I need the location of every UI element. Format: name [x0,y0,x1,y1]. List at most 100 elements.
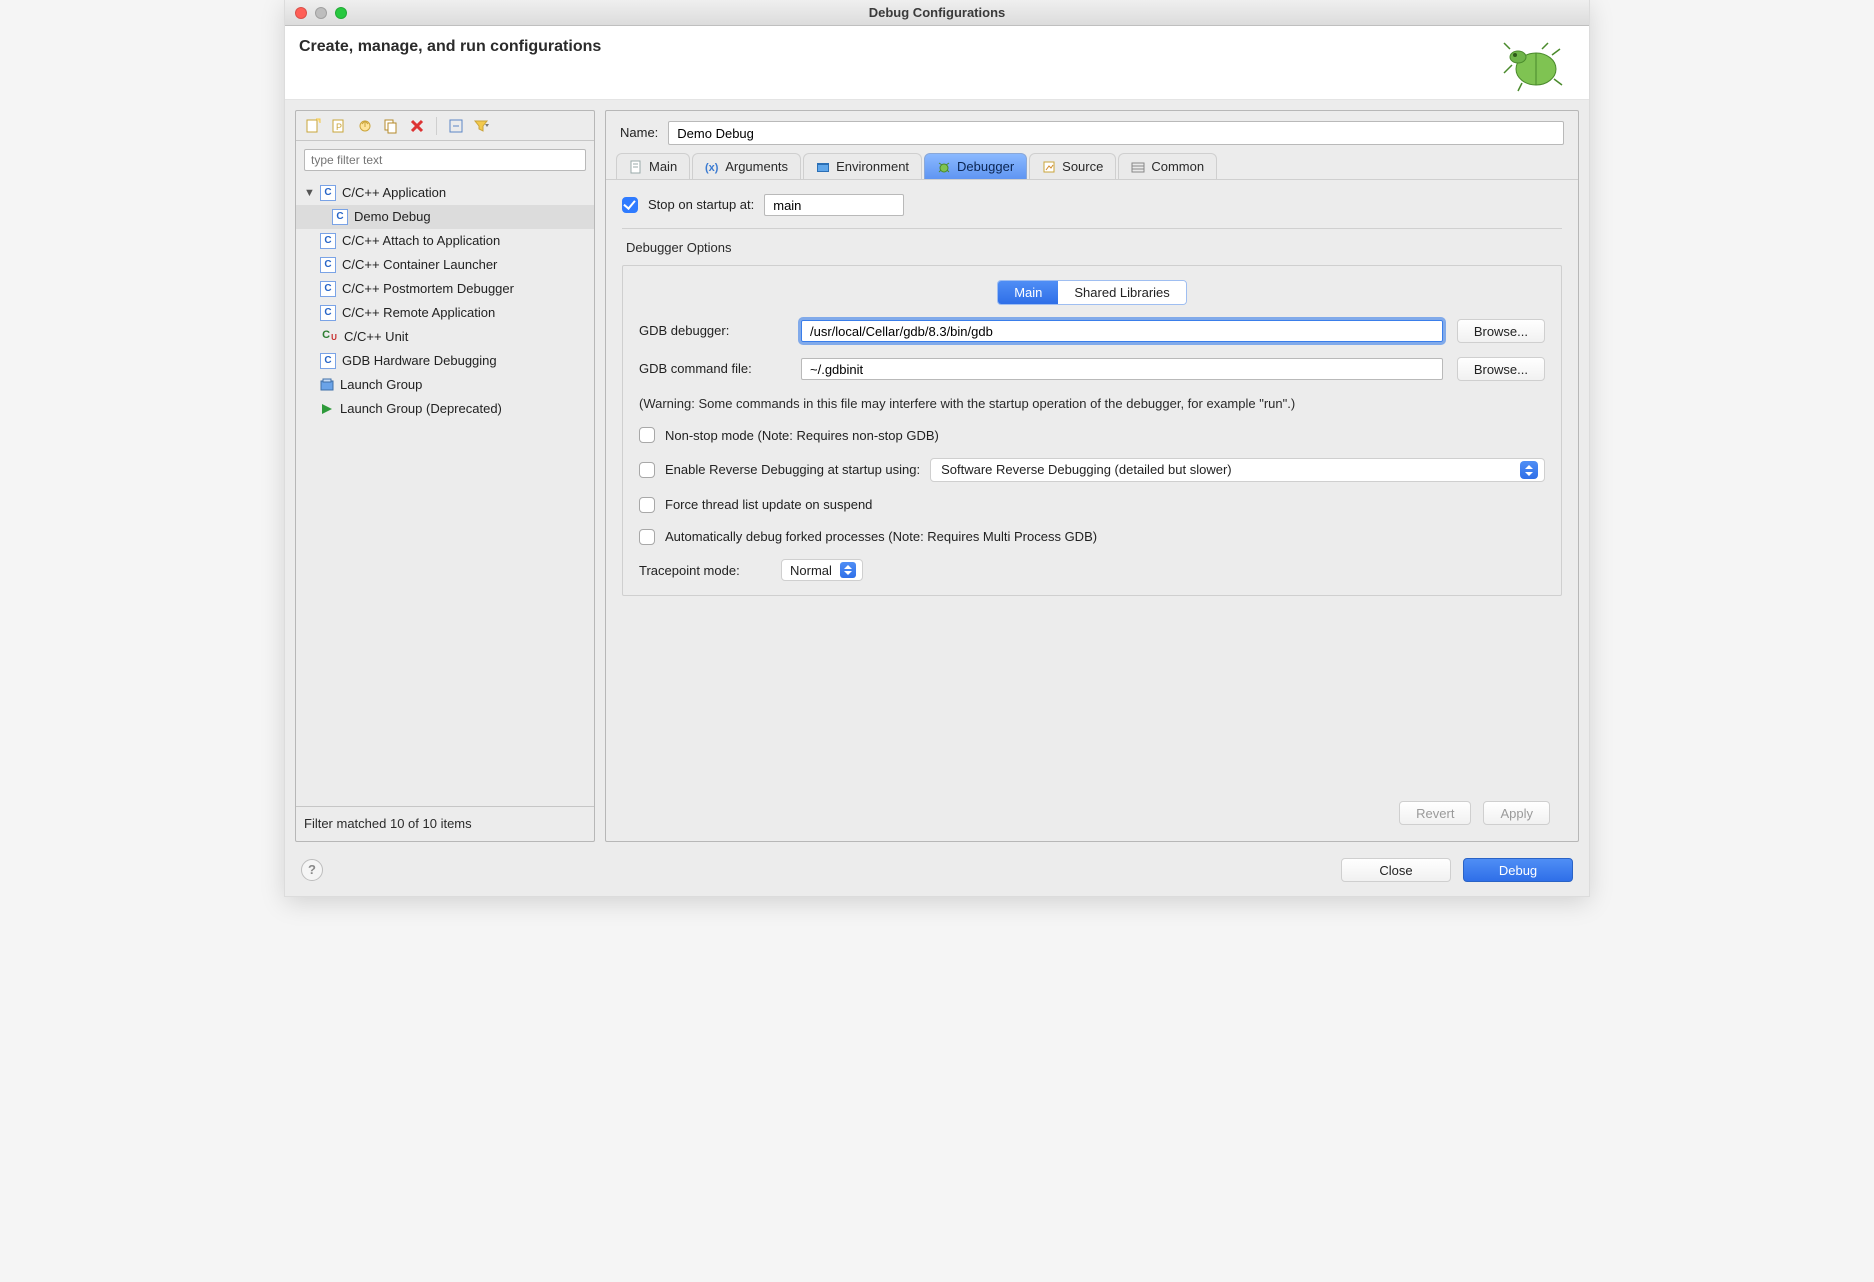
config-tree[interactable]: ▼CC/C++ ApplicationCDemo DebugCC/C++ Att… [296,177,594,806]
main-tab-icon [629,160,643,174]
expand-arrow-icon[interactable]: ▼ [304,186,314,201]
gdb-command-file-input[interactable] [801,358,1443,380]
dialog-bottom-bar: ? Close Debug [285,848,1589,896]
tree-item-label: Launch Group [340,376,422,394]
tab-label: Environment [836,158,909,176]
config-tabs: Main (x)= Arguments Environment DebuggerSour… [606,153,1578,180]
close-button[interactable]: Close [1341,858,1451,882]
tree-item[interactable]: Launch Group (Deprecated) [296,397,594,421]
tree-item-label: Demo Debug [354,208,431,226]
dialog-header: Create, manage, and run configurations [285,26,1589,100]
gdb-debugger-input[interactable] [801,320,1443,342]
collapse-all-icon[interactable] [447,117,465,135]
tree-item-label: GDB Hardware Debugging [342,352,497,370]
tree-item[interactable]: ▼ C C/C++ Application [296,181,594,205]
revert-button[interactable]: Revert [1399,801,1471,825]
tracepoint-select[interactable]: Normal [781,559,863,581]
tree-item-label: Launch Group (Deprecated) [340,400,502,418]
delete-icon[interactable] [408,117,426,135]
gdb-command-file-label: GDB command file: [639,360,787,378]
tab-label: Main [649,158,677,176]
tree-item[interactable]: Launch Group [296,373,594,397]
c-badge-icon: C [320,257,336,273]
debugger-tab-icon [937,160,951,174]
tree-item-label: C/C++ Attach to Application [342,232,500,250]
export-icon[interactable] [356,117,374,135]
tree-item-label: C/C++ Application [342,184,446,202]
tree-item[interactable]: C Demo Debug [296,205,594,229]
tracepoint-label: Tracepoint mode: [639,562,769,580]
tab-arguments[interactable]: (x)= Arguments [692,153,801,179]
tree-item[interactable]: CUC/C++ Unit [296,325,594,349]
name-input[interactable] [668,121,1564,145]
tab-label: Arguments [725,158,788,176]
tab-label: Common [1151,158,1204,176]
c-badge-icon: C [320,353,336,369]
debugger-subtab-segmented[interactable]: Main Shared Libraries [997,280,1187,306]
tree-item[interactable]: CC/C++ Attach to Application [296,229,594,253]
tab-main[interactable]: Main [616,153,690,179]
gdb-debugger-browse-button[interactable]: Browse... [1457,319,1545,343]
force-thread-update-label: Force thread list update on suspend [665,496,872,514]
new-prototype-icon[interactable]: P [330,117,348,135]
reverse-debug-checkbox[interactable] [639,462,655,478]
tab-environment[interactable]: Environment [803,153,922,179]
stop-on-startup-label: Stop on startup at: [648,196,754,214]
play-icon [320,402,334,416]
name-label: Name: [620,124,658,142]
tracepoint-select-value: Normal [790,562,832,580]
debugger-options-legend: Debugger Options [622,239,1562,257]
tab-debugger[interactable]: Debugger [924,153,1027,179]
debug-button[interactable]: Debug [1463,858,1573,882]
c-badge-icon: C [332,209,348,225]
debug-bug-icon [1491,36,1575,98]
reverse-debug-select-value: Software Reverse Debugging (detailed but… [941,461,1232,479]
c-badge-icon: C [320,281,336,297]
window-title: Debug Configurations [285,4,1589,22]
segment-main[interactable]: Main [998,281,1058,305]
non-stop-checkbox[interactable] [639,427,655,443]
segment-shared-libraries[interactable]: Shared Libraries [1058,281,1185,305]
titlebar: Debug Configurations [285,0,1589,26]
duplicate-icon[interactable] [382,117,400,135]
launch-group-icon [320,378,334,392]
debugger-pane: Stop on startup at: Debugger Options Mai… [606,180,1578,841]
svg-text:P: P [336,122,342,132]
filter-status: Filter matched 10 of 10 items [296,806,594,841]
help-icon[interactable]: ? [301,859,323,881]
tree-item-label: C/C++ Unit [344,328,408,346]
gdb-command-file-browse-button[interactable]: Browse... [1457,357,1545,381]
source-tab-icon [1042,160,1056,174]
reverse-debug-select[interactable]: Software Reverse Debugging (detailed but… [930,458,1545,482]
tree-item-label: C/C++ Postmortem Debugger [342,280,514,298]
tree-item[interactable]: CC/C++ Remote Application [296,301,594,325]
dialog-heading: Create, manage, and run configurations [299,36,601,58]
tree-item[interactable]: C C/C++ Postmortem Debugger [296,277,594,301]
svg-text:(x)=: (x)= [705,162,719,174]
non-stop-label: Non-stop mode (Note: Requires non-stop G… [665,427,939,445]
tab-source[interactable]: Source [1029,153,1116,179]
auto-debug-fork-checkbox[interactable] [639,529,655,545]
filter-menu-icon[interactable] [473,117,491,135]
c-badge-icon: C [320,185,336,201]
left-panel: P ▼CC/C++ ApplicationCDemo DebugCC/C++ A… [295,110,595,842]
stop-on-startup-input[interactable] [764,194,904,216]
tree-item[interactable]: C GDB Hardware Debugging [296,349,594,373]
chevron-up-down-icon [840,562,856,578]
right-panel: Name: Main (x)= Arguments Environment Debugg… [605,110,1579,842]
left-toolbar: P [296,111,594,141]
common-tab-icon [1131,160,1145,174]
tree-item[interactable]: CC/C++ Container Launcher [296,253,594,277]
c-badge-icon: C [320,305,336,321]
gdb-debugger-label: GDB debugger: [639,322,787,340]
new-config-icon[interactable] [304,117,322,135]
filter-input[interactable] [304,149,586,171]
apply-button[interactable]: Apply [1483,801,1550,825]
environment-tab-icon [816,160,830,174]
chevron-up-down-icon [1520,461,1538,479]
gdbinit-warning: (Warning: Some commands in this file may… [639,395,1545,413]
arguments-tab-icon: (x)= [705,160,719,174]
tab-common[interactable]: Common [1118,153,1217,179]
stop-on-startup-checkbox[interactable] [622,197,638,213]
force-thread-update-checkbox[interactable] [639,497,655,513]
